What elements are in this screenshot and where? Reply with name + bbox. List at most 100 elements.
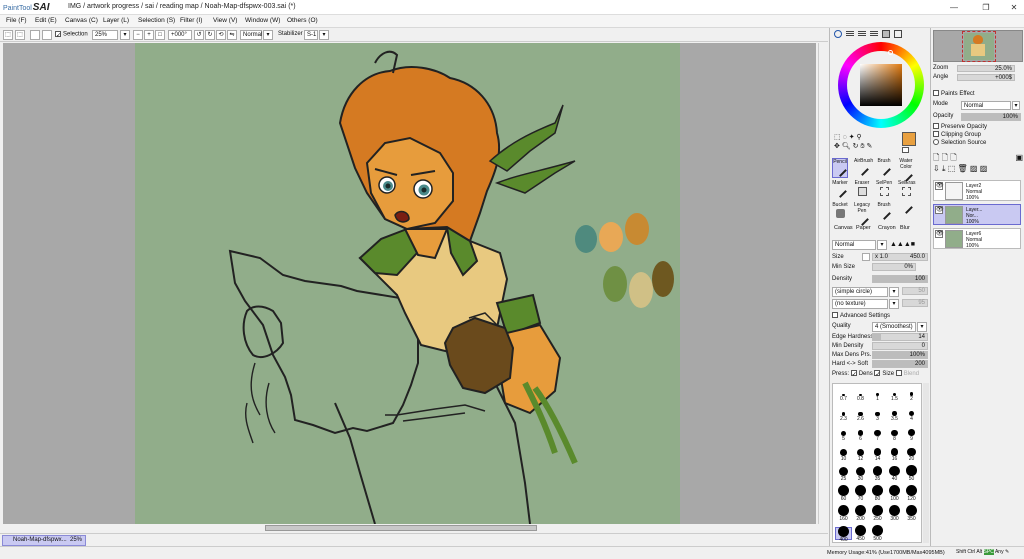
navigator-preview[interactable] <box>933 30 1023 62</box>
magic-wand-icon[interactable]: ✦ <box>849 134 855 141</box>
hsv-slider-tab-icon[interactable] <box>858 31 866 37</box>
press-blend-checkbox[interactable] <box>895 370 902 377</box>
brush-size-option[interactable]: 10 <box>835 447 852 462</box>
hand-tool-icon[interactable]: ✋︎ <box>861 143 865 150</box>
menu-others[interactable]: Others (O) <box>287 17 318 24</box>
color-wheel-tab-icon[interactable] <box>834 30 842 38</box>
texture-crayon[interactable]: Crayon <box>878 225 896 231</box>
intermediate-tab-icon[interactable] <box>870 31 878 37</box>
menu-view[interactable]: View (V) <box>213 17 237 24</box>
brush-size-option[interactable]: 160 <box>835 505 852 522</box>
min-size-slider[interactable]: 0% <box>872 263 916 271</box>
delete-layer-icon[interactable]: 🗑︎ <box>958 164 968 173</box>
merge-down-icon[interactable]: ⤓ <box>942 164 946 173</box>
zoom-field[interactable]: 25% <box>92 30 118 40</box>
selection-checkbox[interactable]: ✓ <box>55 31 61 39</box>
tool-empty-slot[interactable] <box>898 201 914 222</box>
nav-zoom-slider[interactable]: 25.0% <box>957 65 1015 72</box>
maximize-button[interactable]: ❐ <box>978 2 994 13</box>
shape-strength[interactable]: 50 <box>902 287 928 295</box>
tool-selpen[interactable]: SelPen <box>876 180 892 200</box>
tool-brush[interactable]: Brush <box>876 158 892 178</box>
brush-size-option[interactable]: 0.7 <box>835 387 852 402</box>
rotate-reset-button[interactable]: ⟲ <box>216 30 226 40</box>
layer-item[interactable]: 👁︎ Layer... Nor... 100% <box>933 204 1021 225</box>
close-button[interactable]: ✕ <box>1006 2 1022 13</box>
zoom-tool-icon[interactable]: 🔍︎ <box>842 143 851 150</box>
stabilizer-dropdown-button[interactable]: ▾ <box>319 30 329 40</box>
stabilizer-field[interactable]: S-1 <box>304 30 318 40</box>
brush-blend-dropdown[interactable]: ▾ <box>877 240 887 250</box>
brush-size-option[interactable]: 400 <box>835 526 852 543</box>
density-slider[interactable]: 100 <box>872 275 928 283</box>
brush-size-option[interactable]: 3.5 <box>886 407 903 422</box>
zoom-in-button[interactable]: + <box>144 30 154 40</box>
brush-size-option[interactable]: 2 <box>903 387 920 402</box>
layer-visibility-icon[interactable]: 👁︎ <box>935 182 944 190</box>
layer-visibility-icon[interactable]: 👁︎ <box>935 206 944 214</box>
brush-size-option[interactable]: 6 <box>852 427 869 442</box>
tool-eraser[interactable]: Eraser <box>854 180 870 200</box>
selection-source-toggle[interactable]: Selection Source <box>933 139 986 148</box>
brush-size-option[interactable]: 1.5 <box>886 387 903 402</box>
tool-airbrush[interactable]: AirBrush <box>854 158 873 178</box>
menu-file[interactable]: File (F) <box>6 17 27 24</box>
brush-size-option[interactable]: 1 <box>869 387 886 402</box>
texture-paper[interactable]: Paper <box>856 225 871 231</box>
opacity-slider[interactable]: 100% <box>961 113 1021 121</box>
brush-size-option[interactable]: 0.8 <box>852 387 869 402</box>
clipping-group-checkbox[interactable] <box>933 131 939 138</box>
layer-mode-dropdown[interactable]: ▾ <box>1012 101 1020 110</box>
deselect-button[interactable]: ⬚ <box>3 30 13 40</box>
brush-size-option[interactable]: 200 <box>852 505 869 522</box>
preserve-opacity-checkbox[interactable] <box>933 123 939 130</box>
selection-toggle[interactable]: ✓ Selection <box>55 31 88 39</box>
brush-size-option[interactable]: 35 <box>869 466 886 482</box>
zoom-reset-button[interactable]: □ <box>155 30 165 40</box>
layer-visibility-icon[interactable]: 👁︎ <box>935 230 944 238</box>
brush-size-option[interactable]: 350 <box>903 505 920 522</box>
brush-size-option[interactable]: 50 <box>903 465 920 482</box>
tool-seleras[interactable]: SelEras <box>898 180 916 200</box>
brush-size-option[interactable]: 120 <box>903 485 920 502</box>
blend-field[interactable]: Normal <box>240 30 262 40</box>
lasso-icon[interactable]: ◌ <box>843 134 847 141</box>
nav-angle-slider[interactable]: +000$ <box>957 74 1015 81</box>
layer-item[interactable]: 👁︎ Layer6 Normal 100% <box>933 228 1021 249</box>
rotation-field[interactable]: +000° <box>168 30 192 40</box>
menu-canvas[interactable]: Canvas (C) <box>65 17 98 24</box>
max-dens-slider[interactable]: 100% <box>872 351 928 359</box>
brush-size-option[interactable]: 2.6 <box>852 407 869 422</box>
menu-layer[interactable]: Layer (L) <box>103 17 129 24</box>
texture-blur[interactable]: Blur <box>900 225 910 231</box>
new-linework-icon[interactable]: 🗋︎ <box>950 153 956 162</box>
brush-size-option[interactable]: 2.3 <box>835 407 852 422</box>
quality-dropdown[interactable]: ▾ <box>917 322 927 332</box>
invert-selection-button[interactable]: ⬚ <box>15 30 25 40</box>
tool-brush-2[interactable]: Brush <box>876 202 892 222</box>
hue-picker[interactable] <box>888 50 893 55</box>
clear-layer-icon[interactable]: ⬚ <box>948 164 956 173</box>
zoom-out-button[interactable]: − <box>133 30 143 40</box>
artwork-canvas[interactable] <box>135 43 680 524</box>
rgb-slider-tab-icon[interactable] <box>846 31 854 37</box>
rotate-right-button[interactable]: ↻ <box>205 30 215 40</box>
brush-size-option[interactable]: 16 <box>886 447 903 462</box>
scrollbar-thumb[interactable] <box>265 525 537 531</box>
size-step-button[interactable] <box>862 253 870 261</box>
color-wheel[interactable] <box>838 42 924 128</box>
menu-selection[interactable]: Selection (S) <box>138 17 175 24</box>
brush-size-option[interactable]: 20 <box>903 447 920 462</box>
layer-mask-icon[interactable]: ▨ <box>970 164 978 173</box>
press-dens-checkbox[interactable]: ✓ <box>850 370 857 378</box>
brush-shape-dropdown[interactable]: ▾ <box>889 287 899 297</box>
brush-texture-field[interactable]: (no texture) <box>832 299 888 309</box>
texture-canvas[interactable]: Canvas <box>834 225 853 231</box>
swap-colors-icon[interactable] <box>902 147 909 153</box>
brush-texture-dropdown[interactable]: ▾ <box>889 299 899 309</box>
layer-mode-field[interactable]: Normal <box>961 101 1011 110</box>
brush-size-option[interactable]: 12 <box>852 447 869 462</box>
swatch-tab-icon[interactable] <box>882 30 890 38</box>
menu-window[interactable]: Window (W) <box>245 17 280 24</box>
canvas-area[interactable] <box>3 43 816 524</box>
